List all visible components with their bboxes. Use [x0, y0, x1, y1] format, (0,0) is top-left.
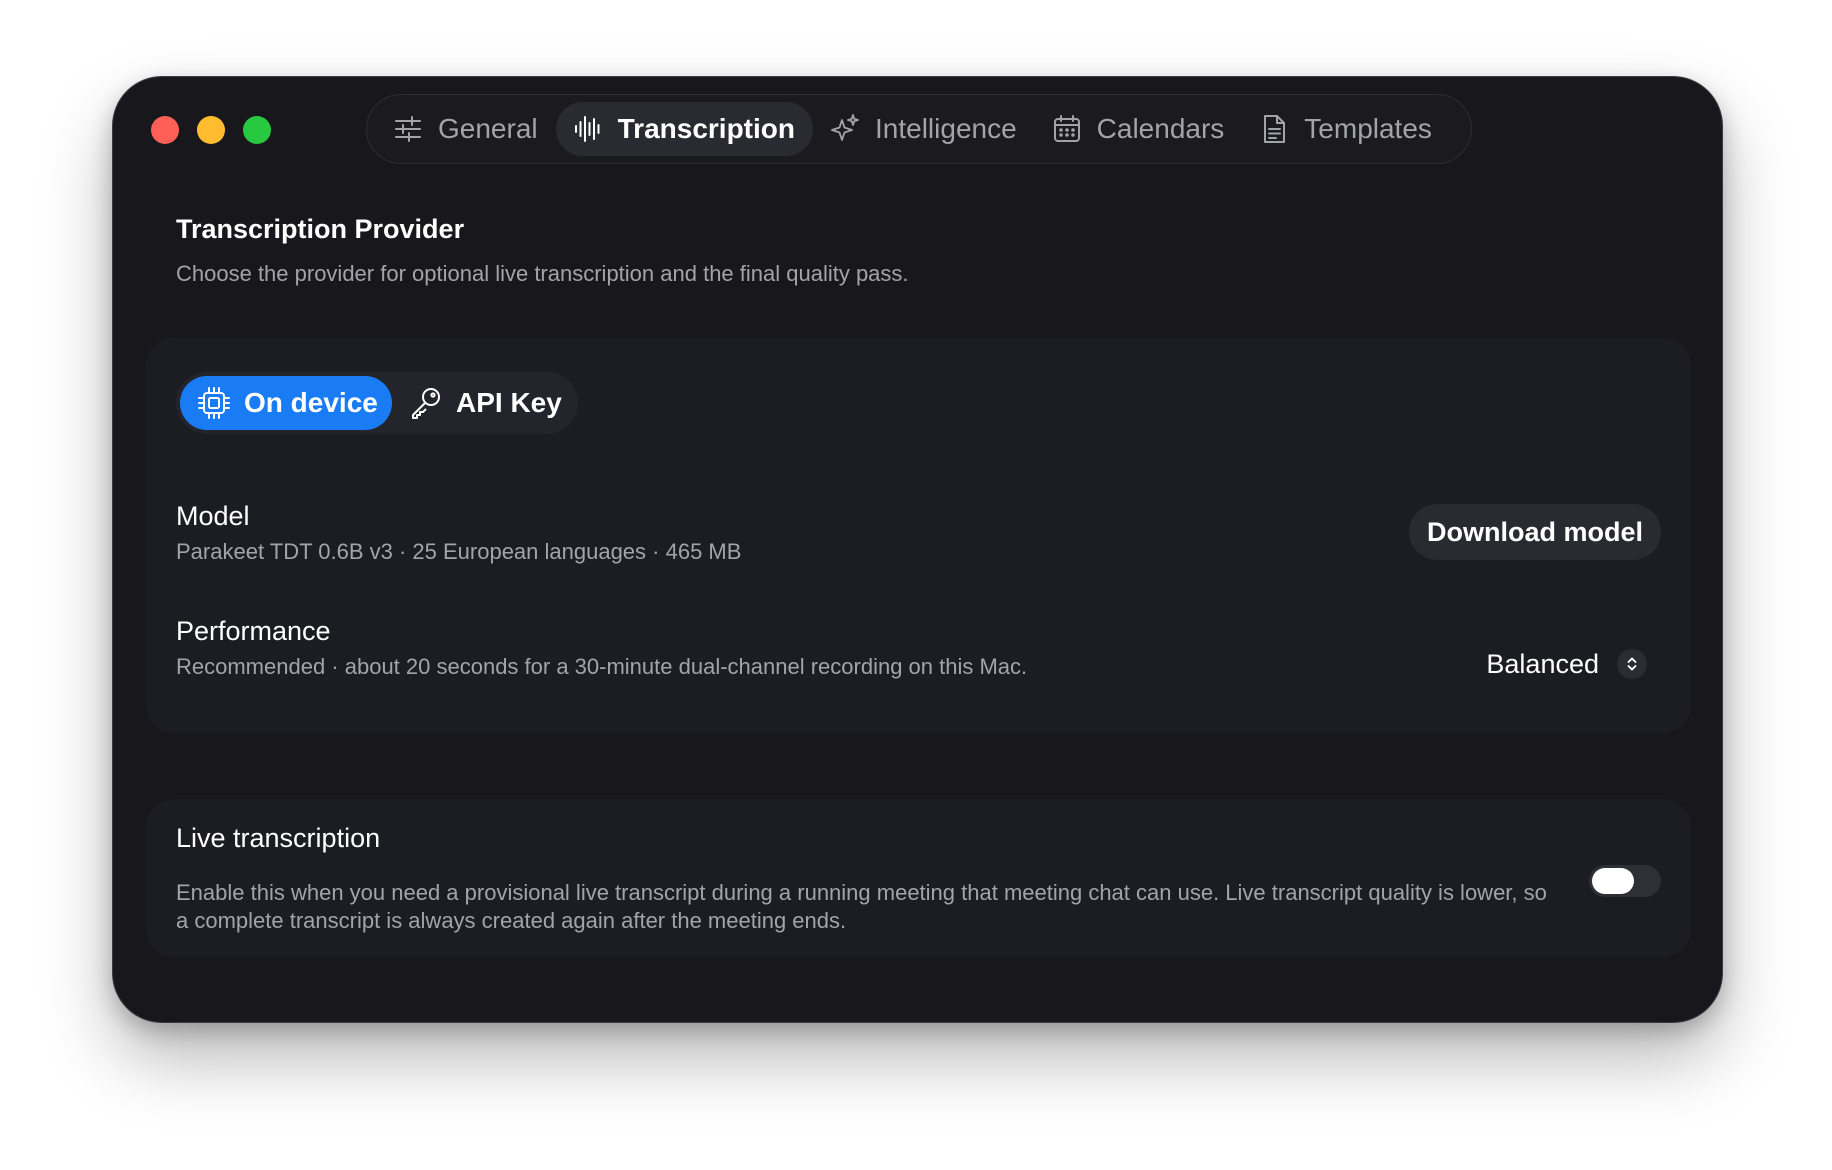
performance-description: Recommended · about 20 seconds for a 30-… [176, 654, 1028, 679]
tab-label: Transcription [617, 113, 795, 144]
tab-label: General [438, 113, 538, 144]
live-transcription-toggle[interactable] [1589, 865, 1661, 897]
settings-window: General Transcription Intelligence Calen… [112, 76, 1723, 1023]
provider-card: On device API Key Model Parakeet TDT 0.6… [146, 338, 1691, 733]
sliders-icon [395, 116, 421, 142]
minimize-window-button[interactable] [197, 116, 225, 144]
tab-label: Templates [1304, 113, 1432, 144]
live-transcription-card: Live transcription Enable this when you … [146, 799, 1691, 957]
provider-segmented-control: On device API Key [176, 372, 578, 434]
waveform-icon [574, 116, 600, 142]
tab-templates[interactable]: Templates [1242, 102, 1450, 156]
model-title: Model [176, 501, 250, 531]
on-device-label: On device [244, 387, 378, 418]
up-down-chevron-icon [1617, 649, 1647, 679]
api-key-option[interactable]: API Key [392, 376, 580, 430]
tab-general[interactable]: General [376, 102, 556, 156]
tab-transcription[interactable]: Transcription [555, 102, 813, 156]
key-icon [412, 388, 440, 419]
live-transcription-description: Enable this when you need a provisional … [176, 880, 1547, 933]
document-icon [1264, 115, 1286, 143]
api-key-label: API Key [456, 387, 562, 418]
section-title: Transcription Provider [176, 214, 465, 244]
sparkles-icon [831, 114, 859, 141]
download-model-button[interactable]: Download model [1409, 504, 1661, 560]
tab-intelligence[interactable]: Intelligence [813, 102, 1035, 156]
performance-select[interactable]: Balanced [1486, 644, 1647, 684]
tab-label: Intelligence [875, 113, 1017, 144]
toggle-knob [1592, 868, 1634, 894]
chip-icon [198, 387, 230, 419]
calendar-icon [1053, 115, 1080, 142]
zoom-window-button[interactable] [243, 116, 271, 144]
performance-title: Performance [176, 616, 331, 646]
tab-label: Calendars [1096, 113, 1225, 144]
settings-tab-bar: General Transcription Intelligence Calen… [366, 94, 1472, 164]
close-window-button[interactable] [151, 116, 179, 144]
on-device-option[interactable]: On device [180, 376, 392, 430]
performance-value: Balanced [1486, 648, 1599, 679]
section-description: Choose the provider for optional live tr… [176, 261, 909, 286]
model-description: Parakeet TDT 0.6B v3 · 25 European langu… [176, 539, 742, 564]
live-transcription-title: Live transcription [176, 823, 381, 853]
window-controls [151, 116, 271, 144]
tab-calendars[interactable]: Calendars [1035, 102, 1243, 156]
